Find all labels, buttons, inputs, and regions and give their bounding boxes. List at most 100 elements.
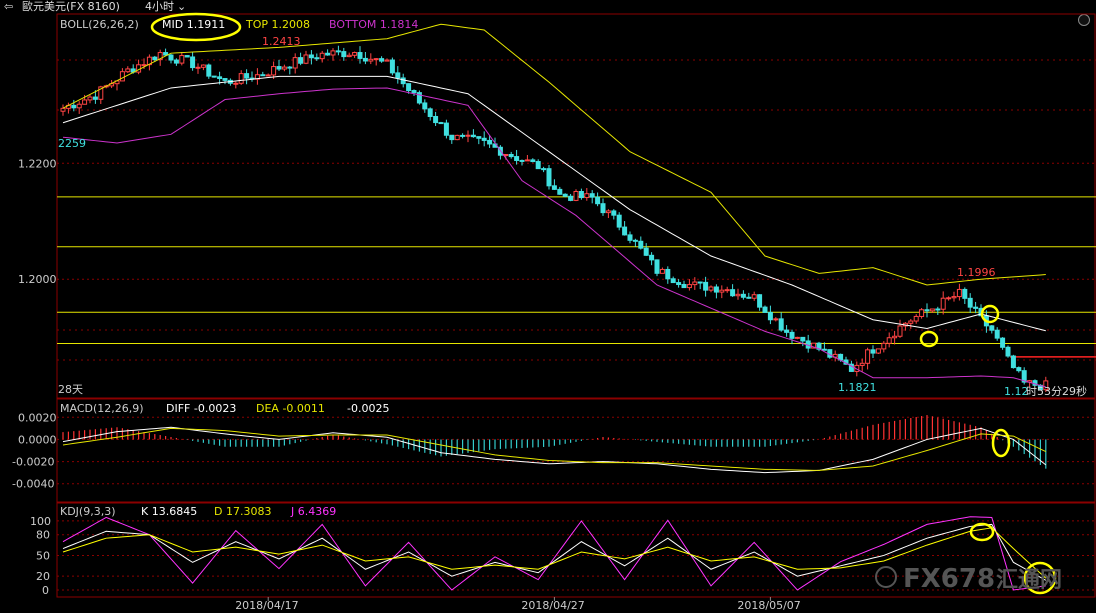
candle-body[interactable]	[870, 349, 876, 354]
candle-body[interactable]	[379, 58, 385, 62]
candle-body[interactable]	[373, 58, 379, 61]
candle-body[interactable]	[357, 52, 363, 59]
candle-body[interactable]	[670, 278, 676, 284]
candle-body[interactable]	[535, 161, 541, 170]
candle-body[interactable]	[546, 168, 552, 187]
candle-body[interactable]	[730, 289, 736, 297]
candle-body[interactable]	[400, 77, 406, 85]
candle-body[interactable]	[325, 52, 331, 56]
candle-body[interactable]	[411, 90, 417, 94]
candle-body[interactable]	[233, 82, 239, 85]
candle-body[interactable]	[719, 289, 725, 293]
candle-body[interactable]	[298, 57, 304, 64]
candle-body[interactable]	[708, 286, 714, 291]
candle-body[interactable]	[1016, 367, 1022, 372]
candle-body[interactable]	[314, 57, 320, 60]
candle-body[interactable]	[632, 239, 638, 242]
candle-body[interactable]	[800, 336, 806, 342]
candle-body[interactable]	[886, 337, 892, 344]
candle-body[interactable]	[76, 103, 82, 109]
candle-body[interactable]	[211, 75, 217, 78]
candle-body[interactable]	[206, 64, 212, 77]
candle-body[interactable]	[271, 66, 277, 76]
candle-body[interactable]	[465, 134, 471, 137]
candle-body[interactable]	[929, 308, 935, 312]
candle-body[interactable]	[940, 297, 946, 310]
candle-body[interactable]	[881, 342, 887, 350]
candle-body[interactable]	[481, 137, 487, 141]
candle-body[interactable]	[692, 281, 698, 286]
candle-body[interactable]	[703, 281, 709, 291]
candle-body[interactable]	[179, 55, 185, 64]
candle-body[interactable]	[168, 54, 174, 61]
candle-body[interactable]	[173, 59, 179, 64]
candle-body[interactable]	[967, 297, 973, 308]
candle-body[interactable]	[595, 196, 601, 205]
candle-body[interactable]	[530, 159, 536, 163]
candle-body[interactable]	[951, 296, 957, 299]
candle-body[interactable]	[487, 139, 493, 145]
candle-body[interactable]	[789, 331, 795, 339]
candle-body[interactable]	[281, 66, 287, 70]
candle-body[interactable]	[125, 68, 131, 73]
candle-body[interactable]	[767, 311, 773, 321]
candle-body[interactable]	[508, 154, 514, 158]
candle-body[interactable]	[362, 57, 368, 62]
candle-body[interactable]	[557, 188, 563, 195]
candle-body[interactable]	[330, 50, 336, 56]
candle-body[interactable]	[935, 308, 941, 311]
candle-body[interactable]	[892, 335, 898, 339]
candle-body[interactable]	[438, 122, 444, 125]
candle-body[interactable]	[573, 190, 579, 201]
candle-body[interactable]	[433, 115, 439, 124]
candle-body[interactable]	[1000, 337, 1006, 348]
candle-body[interactable]	[638, 240, 644, 249]
candle-body[interactable]	[946, 297, 952, 300]
candle-body[interactable]	[794, 336, 800, 339]
candle-body[interactable]	[276, 66, 282, 70]
candle-body[interactable]	[762, 306, 768, 313]
candle-body[interactable]	[346, 54, 352, 58]
candle-body[interactable]	[562, 193, 568, 197]
candle-body[interactable]	[476, 136, 482, 139]
candle-body[interactable]	[427, 108, 433, 117]
candle-body[interactable]	[308, 54, 314, 59]
candle-body[interactable]	[859, 362, 865, 366]
candle-body[interactable]	[616, 214, 622, 228]
candle-body[interactable]	[389, 59, 395, 74]
candle-body[interactable]	[735, 293, 741, 297]
candle-body[interactable]	[200, 64, 206, 68]
candle-body[interactable]	[406, 83, 412, 92]
candle-body[interactable]	[649, 254, 655, 261]
candle-body[interactable]	[994, 329, 1000, 339]
candle-body[interactable]	[470, 134, 476, 138]
candle-body[interactable]	[659, 268, 665, 274]
candle-body[interactable]	[919, 309, 925, 317]
candle-body[interactable]	[292, 57, 298, 69]
candle-body[interactable]	[71, 104, 77, 109]
candle-body[interactable]	[956, 288, 962, 298]
candle-body[interactable]	[422, 102, 428, 110]
candle-body[interactable]	[778, 318, 784, 331]
candle-body[interactable]	[681, 284, 687, 289]
candle-body[interactable]	[60, 107, 66, 112]
candle-body[interactable]	[335, 50, 341, 53]
candle-body[interactable]	[611, 210, 617, 216]
candle-body[interactable]	[1010, 355, 1016, 369]
candle-body[interactable]	[784, 329, 790, 333]
candle-body[interactable]	[989, 325, 995, 331]
candle-body[interactable]	[238, 73, 244, 84]
candle-body[interactable]	[627, 234, 633, 241]
candle-body[interactable]	[757, 294, 763, 308]
candle-body[interactable]	[740, 293, 746, 298]
candle-body[interactable]	[973, 306, 979, 309]
candle-body[interactable]	[454, 134, 460, 141]
price-chart[interactable]: 1.2200 1.2000 BOLL(26,26,2) MID 1.1911 TOP 1…	[0, 0, 1096, 613]
candle-body[interactable]	[152, 56, 158, 61]
candle-body[interactable]	[913, 315, 919, 322]
candle-body[interactable]	[368, 58, 374, 62]
candle-body[interactable]	[514, 156, 520, 161]
candle-body[interactable]	[605, 210, 611, 214]
candle-body[interactable]	[676, 282, 682, 286]
candle-body[interactable]	[82, 99, 88, 105]
